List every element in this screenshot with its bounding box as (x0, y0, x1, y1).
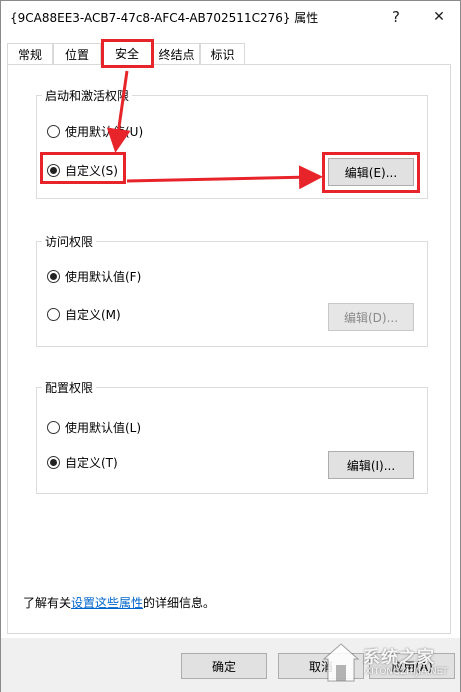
launch-group-title: 启动和激活权限 (42, 87, 133, 104)
ok-button[interactable]: 确定 (181, 653, 267, 679)
access-default-label: 使用默认值(F) (65, 270, 142, 284)
settings-help-link[interactable]: 设置这些属性 (71, 596, 143, 610)
config-default-label: 使用默认值(L) (65, 421, 142, 435)
footnote-suffix: 的详细信息。 (143, 596, 216, 610)
access-custom-radio[interactable]: 自定义(M) (47, 306, 121, 323)
radio-circle[interactable] (47, 308, 60, 321)
launch-default-radio[interactable]: 使用默认值(U) (47, 123, 143, 140)
access-edit-button: 编辑(D)... (328, 303, 414, 331)
cancel-button[interactable]: 取消 (278, 653, 364, 679)
footnote-prefix: 了解有关 (23, 596, 72, 610)
radio-circle[interactable] (47, 421, 60, 434)
window-title: {9CA88EE3-ACB7-47c8-AFC4-AB702511C276} 属… (10, 11, 319, 25)
apply-button[interactable]: 应用(A) (369, 653, 455, 679)
tab-location[interactable]: 位置 (53, 43, 101, 65)
properties-dialog: {9CA88EE3-ACB7-47c8-AFC4-AB702511C276} 属… (0, 0, 461, 692)
access-custom-label: 自定义(M) (65, 308, 121, 322)
tab-endpoints[interactable]: 终结点 (153, 43, 200, 65)
launch-default-label: 使用默认值(U) (65, 125, 144, 139)
launch-edit-button[interactable]: 编辑(E)... (328, 158, 414, 186)
help-footnote: 了解有关设置这些属性的详细信息。 (23, 594, 215, 611)
title-bar: {9CA88EE3-ACB7-47c8-AFC4-AB702511C276} 属… (1, 1, 460, 32)
access-permissions-group: 访问权限 (36, 233, 428, 347)
tab-identity[interactable]: 标识 (200, 43, 245, 65)
radio-circle-checked[interactable] (47, 270, 60, 283)
tab-strip: 常规 位置 安全 终结点 标识 (7, 39, 447, 66)
tab-general[interactable]: 常规 (7, 43, 53, 65)
config-custom-label: 自定义(T) (65, 456, 118, 470)
radio-circle[interactable] (47, 125, 60, 138)
tab-security[interactable]: 安全 (101, 39, 153, 66)
config-default-radio[interactable]: 使用默认值(L) (47, 419, 141, 436)
config-group-title: 配置权限 (42, 379, 97, 396)
access-default-radio[interactable]: 使用默认值(F) (47, 268, 141, 285)
launch-custom-label: 自定义(S) (65, 164, 118, 178)
close-button[interactable]: ✕ (418, 1, 460, 32)
radio-circle-checked[interactable] (47, 164, 60, 177)
access-group-title: 访问权限 (42, 233, 97, 250)
config-custom-radio[interactable]: 自定义(T) (47, 454, 118, 471)
help-button[interactable]: ? (375, 1, 417, 32)
launch-custom-radio[interactable]: 自定义(S) (47, 162, 118, 179)
config-edit-button[interactable]: 编辑(I)... (328, 451, 414, 479)
radio-circle-checked[interactable] (47, 456, 60, 469)
